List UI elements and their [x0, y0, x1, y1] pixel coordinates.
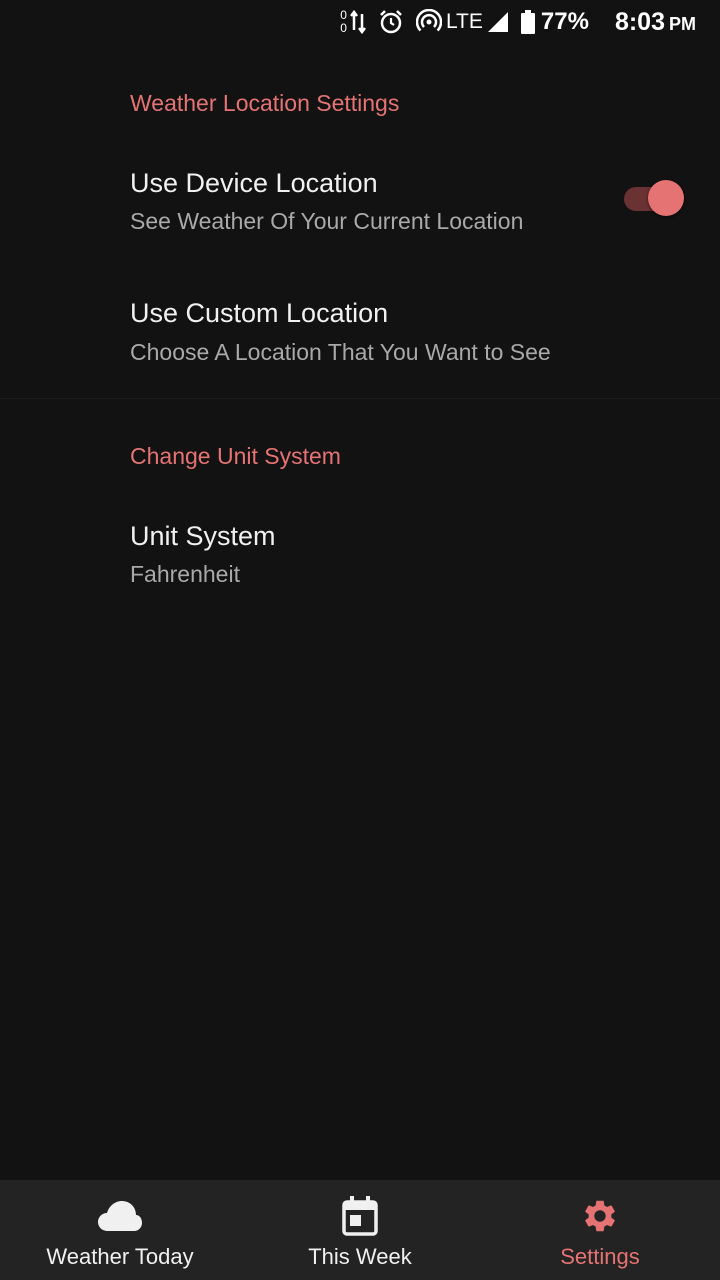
unit-system-title: Unit System: [130, 521, 276, 551]
nav-label-settings: Settings: [560, 1244, 640, 1269]
custom-location-title: Use Custom Location: [130, 298, 389, 328]
nav-label-weather-today: Weather Today: [46, 1244, 194, 1269]
alarm-icon: [378, 9, 404, 35]
clock-ampm: PM: [669, 13, 696, 34]
signal-icon: [487, 11, 509, 33]
nav-item-weather-today[interactable]: Weather Today: [0, 1180, 240, 1280]
custom-location-preference[interactable]: Use Custom Location Choose A Location Th…: [0, 274, 720, 394]
nav-item-settings[interactable]: Settings: [480, 1180, 720, 1280]
hotspot-icon: LTE: [415, 9, 483, 35]
gear-icon: [576, 1194, 624, 1238]
cloud-icon: [96, 1194, 144, 1238]
device-location-preference[interactable]: Use Device Location See Weather Of Your …: [0, 144, 720, 254]
battery-percentage: 77%: [540, 8, 589, 35]
bottom-navigation: Weather Today This Week Settings: [0, 1180, 720, 1280]
location-category-title: Weather Location Settings: [130, 90, 400, 116]
data-down-count: 0: [340, 21, 347, 35]
battery-icon: 77%: [520, 8, 589, 36]
data-activity-indicator: 0 0: [340, 9, 366, 35]
settings-screen: 0 0 LTE 77% 8:03 PM Weather Location Set…: [0, 0, 720, 1280]
toggle-thumb: [648, 180, 684, 216]
status-bar: 0 0 LTE 77% 8:03 PM: [0, 0, 720, 44]
device-location-title: Use Device Location: [130, 168, 378, 198]
nav-label-this-week: This Week: [308, 1244, 412, 1269]
unit-system-preference[interactable]: Unit System Fahrenheit: [0, 498, 720, 608]
nav-item-this-week[interactable]: This Week: [240, 1180, 480, 1280]
units-category-title: Change Unit System: [130, 443, 341, 469]
network-type-label: LTE: [445, 10, 483, 33]
device-location-summary: See Weather Of Your Current Location: [130, 208, 524, 234]
custom-location-summary: Choose A Location That You Want to See: [130, 339, 551, 365]
clock: 8:03 PM: [601, 8, 696, 37]
device-location-toggle[interactable]: [624, 178, 686, 218]
data-arrows-icon: [349, 10, 366, 34]
calendar-icon: [336, 1194, 384, 1238]
clock-time: 8:03: [614, 7, 665, 36]
section-divider: [0, 398, 720, 399]
unit-system-summary: Fahrenheit: [130, 561, 240, 587]
